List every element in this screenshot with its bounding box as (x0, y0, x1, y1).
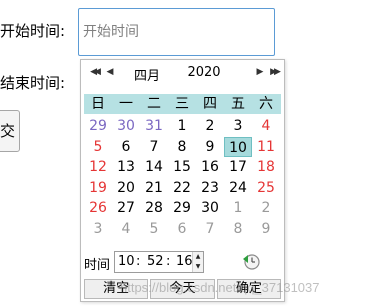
day-cell[interactable]: 6 (112, 137, 140, 157)
day-cell[interactable]: 17 (224, 157, 252, 177)
day-cell[interactable]: 23 (196, 178, 224, 198)
day-cell[interactable]: 11 (252, 137, 280, 157)
day-cell[interactable]: 5 (84, 137, 112, 157)
weekday-label: 四 (203, 96, 217, 112)
spin-up-icon[interactable]: ▲ (193, 252, 203, 262)
end-time-label: 结束时间: (0, 74, 66, 92)
time-second[interactable]: 16 (176, 252, 193, 272)
start-time-label: 开始时间: (0, 22, 66, 40)
day-cell[interactable]: 26 (84, 198, 112, 218)
week-row: 26 27 28 29 30 1 2 (84, 198, 281, 218)
day-cell[interactable]: 5 (140, 219, 168, 239)
time-minute[interactable]: 52 (147, 252, 164, 272)
day-cell[interactable]: 2 (252, 198, 280, 218)
day-cell[interactable]: 3 (84, 219, 112, 239)
time-separator: : (136, 254, 141, 269)
prev-month-icon[interactable]: ◀ (103, 64, 117, 80)
day-cell[interactable]: 13 (112, 157, 140, 177)
day-cell[interactable]: 4 (252, 116, 280, 136)
prev-year-icon[interactable]: ◀◀ (87, 64, 101, 80)
date-picker-popup: ◀◀ ◀ 四月 2020 ▶ ▶▶ 日一二三四五六 29 30 31 1 2 3 4 5 6 7 8… (80, 59, 285, 302)
weekday-label: 二 (147, 96, 161, 112)
day-cell[interactable]: 25 (252, 178, 280, 198)
day-cell[interactable]: 2 (196, 116, 224, 136)
time-spinner[interactable]: 10 : 52 : 16 ▲ ▼ (114, 251, 204, 273)
week-row: 12 13 14 15 16 17 18 (84, 157, 281, 177)
day-cell[interactable]: 18 (252, 157, 280, 177)
start-time-input[interactable] (78, 8, 275, 56)
year-selector[interactable]: 2020 (181, 65, 227, 80)
weekday-label: 六 (259, 96, 273, 112)
day-cell[interactable]: 21 (140, 178, 168, 198)
day-cell[interactable]: 15 (168, 157, 196, 177)
day-cell[interactable]: 3 (224, 116, 252, 136)
time-label: 时间 (84, 258, 111, 273)
week-row: 5 6 7 8 9 10 11 (84, 136, 281, 157)
day-cell[interactable]: 1 (224, 198, 252, 218)
day-cell[interactable]: 7 (140, 137, 168, 157)
day-cell[interactable]: 1 (168, 116, 196, 136)
weekday-label: 三 (175, 96, 189, 112)
day-cell[interactable]: 22 (168, 178, 196, 198)
day-cell[interactable]: 8 (168, 137, 196, 157)
day-cell[interactable]: 24 (224, 178, 252, 198)
day-cell[interactable]: 8 (224, 219, 252, 239)
day-cell[interactable]: 6 (168, 219, 196, 239)
day-cell[interactable]: 27 (112, 198, 140, 218)
weekday-label: 一 (119, 96, 133, 112)
day-grid: 29 30 31 1 2 3 4 5 6 7 8 9 10 11 12 13 14 15 16 17 18 19 20 21 2… (84, 116, 281, 240)
day-cell[interactable]: 29 (168, 198, 196, 218)
time-spin-buttons: ▲ ▼ (192, 252, 203, 272)
day-cell[interactable]: 30 (196, 198, 224, 218)
day-cell[interactable]: 28 (140, 198, 168, 218)
weekday-header: 日一二三四五六 (84, 94, 281, 114)
day-cell[interactable]: 4 (112, 219, 140, 239)
weekday-label: 五 (231, 96, 245, 112)
day-cell[interactable]: 14 (140, 157, 168, 177)
week-row: 29 30 31 1 2 3 4 (84, 116, 281, 136)
day-cell[interactable]: 12 (84, 157, 112, 177)
watermark: https://blog.csdn.net/qq_37131037 (120, 280, 320, 295)
spin-down-icon[interactable]: ▼ (193, 262, 203, 272)
next-month-icon[interactable]: ▶ (253, 64, 267, 80)
weekday-label: 日 (91, 96, 105, 112)
time-hour[interactable]: 10 (118, 252, 135, 272)
week-row: 3456789 (84, 219, 281, 239)
day-cell[interactable]: 29 (84, 116, 112, 136)
time-separator: : (166, 254, 171, 269)
day-cell[interactable]: 30 (112, 116, 140, 136)
day-cell[interactable]: 31 (140, 116, 168, 136)
day-cell-selected[interactable]: 10 (224, 136, 252, 157)
day-cell[interactable]: 20 (112, 178, 140, 198)
next-year-icon[interactable]: ▶▶ (267, 64, 281, 80)
reset-time-icon[interactable] (241, 251, 261, 271)
day-cell[interactable]: 7 (196, 219, 224, 239)
day-cell[interactable]: 9 (252, 219, 280, 239)
day-cell[interactable]: 16 (196, 157, 224, 177)
month-selector[interactable]: 四月 (129, 65, 165, 84)
submit-button[interactable]: 交 (0, 110, 20, 152)
day-cell[interactable]: 9 (196, 137, 224, 157)
week-row: 19 20 21 22 23 24 25 (84, 178, 281, 198)
day-cell[interactable]: 19 (84, 178, 112, 198)
